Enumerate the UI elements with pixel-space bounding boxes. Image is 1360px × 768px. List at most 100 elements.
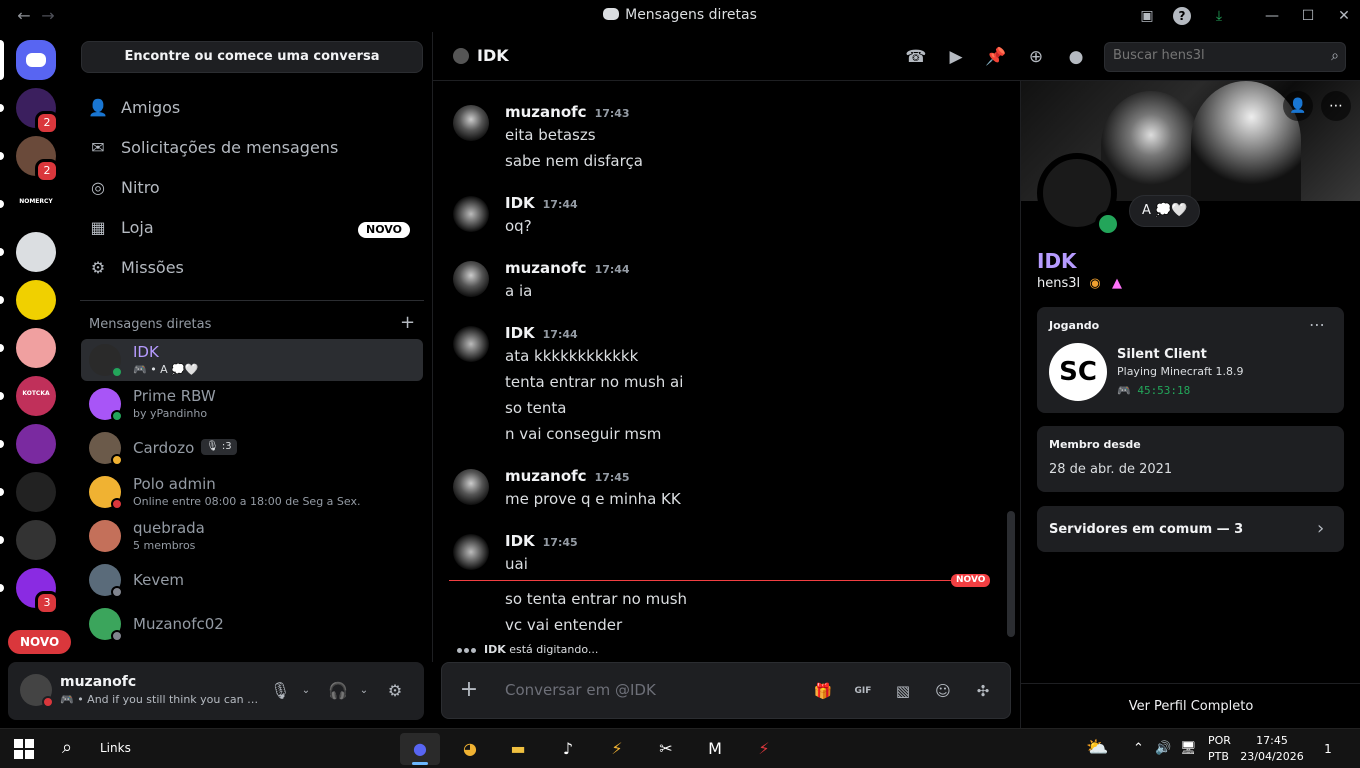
m-app-icon[interactable]: M [695,733,735,765]
upload-plus-icon[interactable]: + [458,679,480,701]
nav-message-requests[interactable]: ✉ Solicitações de mensagens [80,128,424,168]
gif-icon[interactable]: GIF [853,681,873,701]
network-icon[interactable]: 🖥 [1180,741,1197,756]
chevron-down-icon[interactable]: ⌄ [354,681,374,701]
dm-item[interactable]: Kevem [81,559,423,601]
status-indicator [111,586,123,598]
username[interactable]: muzanofc [60,674,136,690]
server-icon[interactable]: NOMERCY [16,184,56,224]
settings-gear-icon[interactable]: ⚙ [385,681,405,701]
avatar[interactable] [453,105,489,141]
nitro-badge-icon[interactable]: ▲ [1109,276,1125,292]
tiktok-app-icon[interactable]: ♪ [548,733,588,765]
minimize-icon[interactable]: — [1262,6,1282,26]
pin-icon[interactable]: 📌 [985,46,1007,68]
new-messages-tag: NOVO [951,574,991,587]
hypesquad-badge-icon[interactable]: ◉ [1087,276,1103,292]
more-options-icon[interactable]: ⋯ [1321,91,1351,121]
avatar[interactable] [453,469,489,505]
new-unread-pill[interactable]: NOVO [8,630,72,654]
close-icon[interactable]: ✕ [1334,6,1354,26]
avatar[interactable] [453,261,489,297]
clock-time[interactable]: 17:45 [1244,734,1300,747]
message-author[interactable]: muzanofc 17:43 [505,103,630,121]
nitro-icon: ◎ [91,178,105,197]
search-input[interactable] [1113,48,1313,63]
server-icon[interactable] [16,520,56,560]
view-full-profile-button[interactable]: Ver Perfil Completo [1021,683,1360,728]
file-explorer-icon[interactable]: ▬ [498,733,538,765]
server-icon[interactable] [16,40,56,80]
find-conversation-button[interactable]: Encontre ou comece uma conversa [81,41,423,73]
message-input[interactable] [505,681,795,699]
help-icon[interactable]: ? [1173,7,1191,25]
dm-item[interactable]: IDK 🎮 • A 💭🤍 [81,339,423,381]
dm-item[interactable]: Prime RBW by yPandinho [81,383,423,425]
discord-app-icon[interactable]: ● [400,733,440,765]
power-app-icon[interactable]: ⚡ [744,733,784,765]
nav-nitro[interactable]: ◎ Nitro [80,168,424,208]
notification-center-icon[interactable]: 1 [1318,739,1338,759]
message-author[interactable]: IDK 17:44 [505,324,578,342]
mutual-servers-card[interactable]: Servidores em comum — 3 › [1037,506,1344,552]
user-profile-icon[interactable]: ● [1065,46,1087,68]
scrollbar[interactable] [1007,511,1015,637]
nav-quests[interactable]: ⚙ Missões [80,248,424,288]
taskbar-search-label[interactable]: Links [100,741,131,755]
avatar[interactable] [453,326,489,362]
custom-status: 🎮 • And if you still think you can stay [60,693,260,706]
chevron-down-icon[interactable]: ⌄ [296,681,316,701]
apps-icon[interactable]: ✣ [973,681,993,701]
new-messages-divider [449,580,990,581]
message-author[interactable]: IDK 17:45 [505,532,578,550]
windows-start-icon[interactable] [14,739,34,759]
maximize-icon[interactable]: ☐ [1298,6,1318,26]
mention-badge: 2 [35,159,59,183]
server-icon[interactable] [16,328,56,368]
status-indicator [111,498,123,510]
bolt-app-icon[interactable]: ⚡ [597,733,637,765]
nav-friends[interactable]: 👤 Amigos [80,88,424,128]
server-icon[interactable] [16,424,56,464]
microphone-icon[interactable]: 🎙 [270,681,290,701]
clock-date[interactable]: 23/04/2026 [1240,750,1304,763]
message-author[interactable]: IDK 17:44 [505,194,578,212]
message-timestamp: 17:45 [594,471,630,484]
create-dm-icon[interactable]: + [400,312,415,333]
more-options-icon[interactable]: ⋯ [1309,315,1325,334]
volume-icon[interactable]: 🔊 [1155,741,1171,756]
headphones-icon[interactable]: 🎧 [328,681,348,701]
message-author[interactable]: muzanofc 17:45 [505,467,630,485]
add-friend-icon[interactable]: 👤 [1283,91,1313,121]
dm-item[interactable]: Cardozo 🎙 :3 [81,427,423,469]
keyboard-layout-indicator[interactable]: PTB [1208,750,1229,763]
avatar[interactable] [453,196,489,232]
server-icon[interactable]: KOTCKA [16,376,56,416]
add-friends-to-dm-icon[interactable]: ⊕ [1025,46,1047,68]
video-call-icon[interactable]: ▶ [945,46,967,68]
search-icon[interactable]: ⌕ [62,737,72,758]
dm-item[interactable]: Muzanofc02 [81,603,423,645]
dm-item[interactable]: quebrada 5 membros [81,515,423,557]
chevron-up-icon[interactable]: ⌃ [1133,741,1144,756]
dm-item[interactable]: Polo admin Online entre 08:00 a 18:00 de … [81,471,423,513]
message-author[interactable]: muzanofc 17:44 [505,259,630,277]
avatar [453,48,469,64]
chrome-app-icon[interactable]: ◕ [450,733,490,765]
gift-icon[interactable]: 🎁 [813,681,833,701]
weather-icon[interactable]: ⛅ [1086,737,1108,758]
avatar[interactable] [453,534,489,570]
server-icon[interactable] [16,232,56,272]
emoji-icon[interactable]: ☺ [933,681,953,701]
language-indicator[interactable]: POR [1208,734,1231,747]
server-icon[interactable] [16,472,56,512]
search-box[interactable]: ⌕ [1104,42,1346,72]
voice-call-icon[interactable]: ☎ [905,46,927,68]
unread-indicator [0,200,4,208]
capcut-app-icon[interactable]: ✂ [646,733,686,765]
sticker-icon[interactable]: ▧ [893,681,913,701]
download-icon[interactable]: ⤓ [1209,6,1229,26]
server-icon[interactable] [16,280,56,320]
inbox-icon[interactable]: ▣ [1137,6,1157,26]
message-text: sabe nem disfarça [505,152,643,170]
